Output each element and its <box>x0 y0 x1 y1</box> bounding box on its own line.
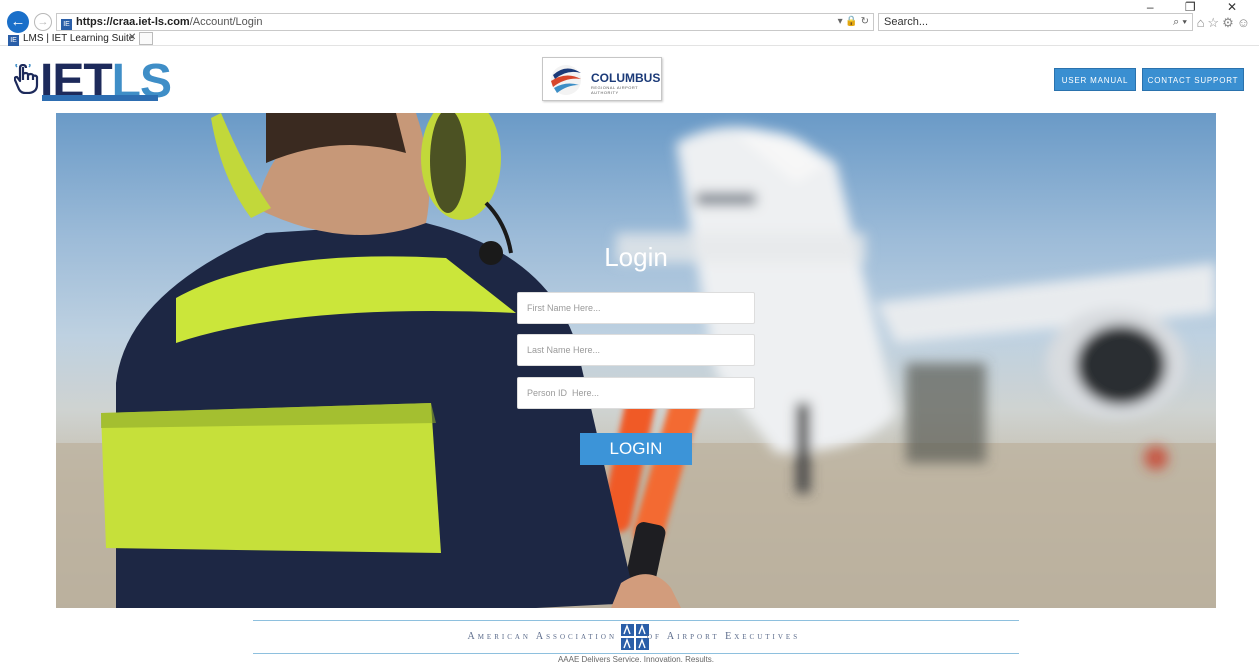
last-name-field[interactable] <box>517 334 755 366</box>
login-title: Login <box>604 242 668 272</box>
person-id-field[interactable] <box>517 377 755 409</box>
footer-divider-bottom <box>253 653 1019 654</box>
aaae-name-left: American Association <box>467 631 617 642</box>
toolbar-icons[interactable]: ⌂☆⚙☺ <box>1197 15 1253 31</box>
partner-subtitle: REGIONAL AIRPORT AUTHORITY <box>591 85 639 95</box>
columbus-swoosh-icon <box>551 65 581 95</box>
footer-divider-top <box>253 620 1019 621</box>
first-name-field[interactable] <box>517 292 755 324</box>
tab-title: LMS | IET Learning Suite --A... <box>23 33 136 44</box>
address-bar[interactable]: IE https://craa.iet-ls.com/Account/Login … <box>56 13 874 31</box>
partner-name: COLUMBUS <box>591 71 661 85</box>
columbus-airport-logo: COLUMBUS REGIONAL AIRPORT AUTHORITY <box>542 57 662 101</box>
browser-chrome: ← → IE https://craa.iet-ls.com/Account/Lo… <box>0 0 1259 46</box>
logo-underline-bar <box>42 95 158 101</box>
tab-favicon-icon: IE <box>8 35 19 46</box>
back-arrow-icon[interactable]: ← <box>7 11 29 33</box>
search-icon[interactable]: ⌕ ▾ <box>1173 14 1187 30</box>
new-tab-button[interactable] <box>139 32 153 45</box>
aaae-emblem-icon <box>621 624 649 650</box>
footer-tagline: AAAE Delivers Service. Innovation. Resul… <box>557 655 715 664</box>
forward-arrow-icon[interactable]: → <box>34 13 52 31</box>
aaae-logo[interactable]: American Association of Airport Executiv… <box>253 624 1019 650</box>
aaae-name-right: of Airport Executives <box>647 631 801 642</box>
hand-pointer-icon <box>14 64 39 94</box>
address-path: /Account/Login <box>189 16 263 28</box>
user-manual-button[interactable]: USER MANUAL <box>1054 68 1136 91</box>
site-favicon-icon: IE <box>61 19 72 30</box>
tab-close-icon[interactable]: ✕ <box>128 32 136 43</box>
contact-support-button[interactable]: CONTACT SUPPORT <box>1142 68 1244 91</box>
search-placeholder: Search... <box>884 16 929 28</box>
login-button[interactable]: LOGIN <box>580 433 692 465</box>
search-box[interactable]: Search... ⌕ ▾ <box>878 13 1193 31</box>
window-controls[interactable]: – ❐ ✕ <box>1147 0 1251 14</box>
tab-lms[interactable]: IE LMS | IET Learning Suite --A... <box>8 32 136 46</box>
address-host: https://craa.iet-ls.com <box>76 16 190 28</box>
lock-refresh-icon[interactable]: ▾ 🔒 ↻ <box>838 14 869 30</box>
